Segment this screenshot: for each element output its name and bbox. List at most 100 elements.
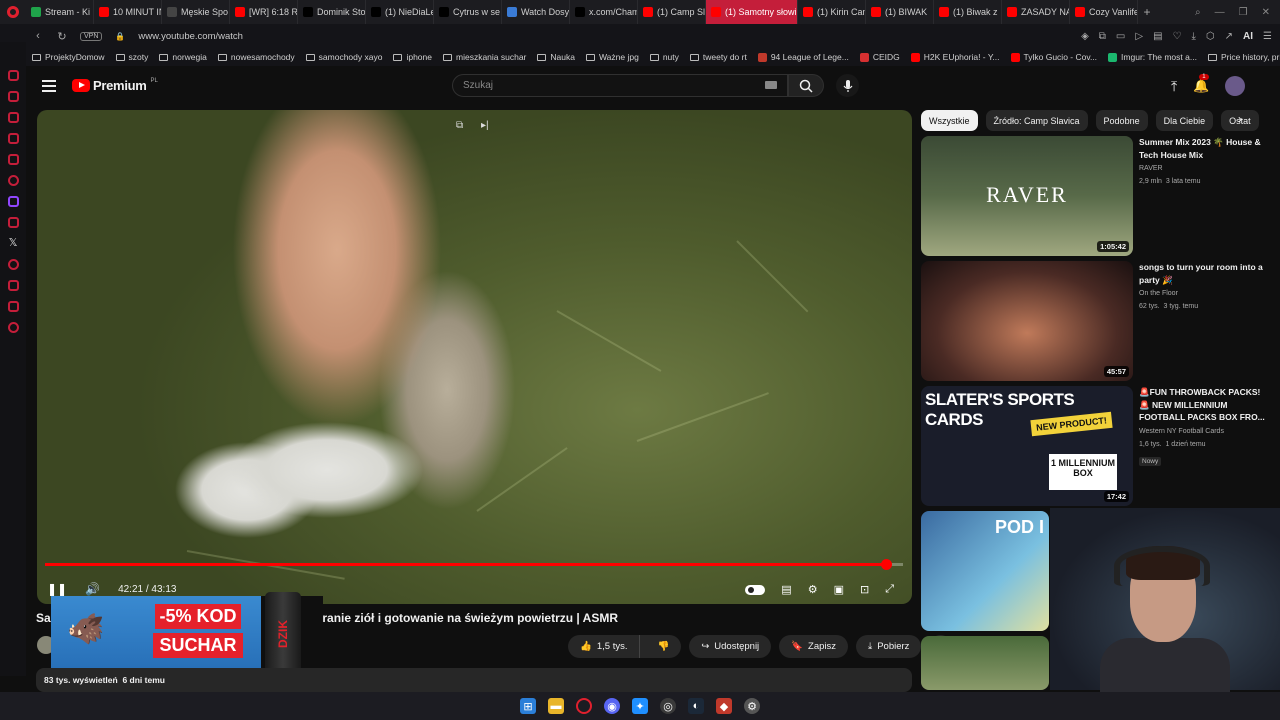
- browser-tab[interactable]: (1) Kirin Cam: [798, 0, 866, 24]
- video-thumbnail[interactable]: [921, 636, 1049, 690]
- bookmark-page-icon[interactable]: ▭: [1116, 31, 1125, 42]
- volume-icon[interactable]: 🔊: [85, 582, 100, 596]
- menu-hamburger-icon[interactable]: [42, 80, 56, 92]
- miniplayer-button-icon[interactable]: ▣: [834, 583, 844, 596]
- recommendation-title[interactable]: songs to turn your room into a party 🎉: [1139, 261, 1269, 286]
- opera-logo-icon[interactable]: [0, 0, 26, 24]
- browser-tab[interactable]: (1) Samotny słowi: [706, 0, 798, 24]
- filter-chip[interactable]: Wszystkie: [921, 110, 978, 131]
- fullscreen-icon[interactable]: ⤢: [885, 583, 894, 596]
- tab-search-icon[interactable]: ▤: [1153, 31, 1162, 42]
- browser-tab[interactable]: (1) Camp Sla: [638, 0, 706, 24]
- filter-chip[interactable]: Źródło: Camp Slavica: [985, 110, 1088, 131]
- bookmark-item[interactable]: Ważne jpg: [585, 52, 639, 62]
- video-thumbnail[interactable]: 45:57: [921, 261, 1133, 381]
- bookmark-item[interactable]: tweety do rt: [689, 52, 747, 62]
- miniplayer-icon[interactable]: ⧉: [456, 120, 470, 132]
- progress-bar[interactable]: [45, 559, 903, 570]
- share-button[interactable]: ↪ Udostępnij: [689, 635, 772, 658]
- extensions-icon[interactable]: ⬡: [1206, 31, 1215, 42]
- recommendation-channel[interactable]: RAVER: [1139, 163, 1269, 174]
- sidebar-x-icon[interactable]: 𝕏: [8, 238, 19, 249]
- bookmark-item[interactable]: iphone: [393, 52, 432, 62]
- recommendation-item[interactable]: 45:57 songs to turn your room into a par…: [921, 261, 1271, 381]
- browser-tab[interactable]: Watch Dosy: [502, 0, 570, 24]
- video-thumbnail[interactable]: RAVER 1:05:42: [921, 136, 1133, 256]
- file-explorer-icon[interactable]: ▬: [548, 698, 564, 714]
- bookmark-item[interactable]: nowesamochody: [217, 52, 295, 62]
- cast-icon[interactable]: ⊡: [860, 583, 869, 596]
- sidebar-twitch-icon[interactable]: [7, 196, 19, 207]
- sidebar-extension-icon[interactable]: [7, 217, 19, 228]
- filter-chip[interactable]: Podobne: [1095, 110, 1148, 131]
- browser-tab[interactable]: Stream - Ki: [26, 0, 94, 24]
- bookmark-item[interactable]: norwegia: [159, 52, 207, 62]
- browser-tab[interactable]: ZASADY NA: [1002, 0, 1070, 24]
- url-field[interactable]: www.youtube.com/watch: [138, 31, 243, 42]
- aria-ai-button[interactable]: AI: [1243, 31, 1253, 42]
- description-box[interactable]: 83 tys. wyświetleń 6 dni temu: [36, 668, 912, 692]
- opera-taskbar-icon[interactable]: [576, 698, 592, 714]
- browser-tab[interactable]: x.com/Cham: [570, 0, 638, 24]
- notifications-bell-icon[interactable]: 🔔 1: [1193, 74, 1209, 94]
- recommendation-item[interactable]: SLATER'S SPORTS CARDS NEW PRODUCT! 1 MIL…: [921, 386, 1271, 506]
- video-player[interactable]: ⧉ ▸| ❚❚ 🔊 42:21 / 43:13 ▤ ⚙ ▣ ⊡ ⤢: [37, 110, 912, 604]
- settings-icon[interactable]: ⚙: [744, 698, 760, 714]
- lock-icon[interactable]: 🔒: [114, 32, 126, 41]
- sidebar-history-icon[interactable]: [7, 91, 19, 102]
- create-upload-icon[interactable]: ⤒: [1171, 78, 1177, 95]
- download-icon[interactable]: ⤓: [1191, 31, 1195, 42]
- search-input[interactable]: Szukaj: [452, 74, 788, 97]
- share-icon[interactable]: ↗: [1225, 31, 1233, 42]
- sidebar-home-icon[interactable]: [7, 70, 19, 81]
- recommendation-item[interactable]: RAVER 1:05:42 Summer Mix 2023 🌴 House & …: [921, 136, 1271, 256]
- heart-icon[interactable]: ♡: [1173, 31, 1182, 42]
- voice-search-button[interactable]: [836, 74, 859, 97]
- progress-scrubber[interactable]: [880, 559, 892, 570]
- keyboard-icon[interactable]: [765, 81, 777, 89]
- browser-tab[interactable]: Cozy Vanlife: [1070, 0, 1138, 24]
- shield-icon[interactable]: ◆: [716, 698, 732, 714]
- sidebar-downloads-icon[interactable]: [7, 280, 19, 291]
- bookmark-item[interactable]: ProjektyDomow: [32, 52, 105, 62]
- sidebar-gear-icon[interactable]: [7, 322, 19, 333]
- browser-tab[interactable]: (1) BIWAK: [866, 0, 934, 24]
- bookmark-item[interactable]: nuty: [649, 52, 679, 62]
- bookmark-item[interactable]: szoty: [115, 52, 148, 62]
- browser-tab[interactable]: Dominik Sto: [298, 0, 366, 24]
- messenger-icon[interactable]: ✦: [632, 698, 648, 714]
- extension-icon[interactable]: ◈: [1081, 31, 1089, 42]
- browser-tab[interactable]: Męskie Spo: [162, 0, 230, 24]
- sidebar-clock-icon[interactable]: [7, 259, 19, 270]
- video-thumbnail[interactable]: SLATER'S SPORTS CARDS NEW PRODUCT! 1 MIL…: [921, 386, 1133, 506]
- dislike-button[interactable]: 👎: [645, 635, 681, 658]
- download-button[interactable]: ⤓ Pobierz: [856, 635, 922, 658]
- bookmark-item[interactable]: Price history, price...: [1207, 52, 1280, 62]
- discord-icon[interactable]: ◉: [604, 698, 620, 714]
- back-button[interactable]: ‹: [32, 30, 44, 42]
- sidebar-bookmarks-icon[interactable]: [7, 133, 19, 144]
- browser-tab[interactable]: [WR] 6:18 R: [230, 0, 298, 24]
- recommendation-title[interactable]: 🚨FUN THROWBACK PACKS! 🚨 NEW MILLENNIUM F…: [1139, 386, 1269, 424]
- bookmark-item[interactable]: CEIDG: [859, 52, 900, 62]
- like-button[interactable]: 👍 1,5 tys.: [568, 635, 641, 658]
- windows-start-icon[interactable]: ⊞: [520, 698, 536, 714]
- youtube-premium-logo[interactable]: Premium PL: [72, 78, 158, 93]
- sidebar-messenger-icon[interactable]: [7, 112, 19, 123]
- recommendation-title[interactable]: Summer Mix 2023 🌴 House & Tech House Mix: [1139, 136, 1269, 161]
- steam-icon[interactable]: ◐: [688, 698, 704, 714]
- chips-next-arrow-icon[interactable]: ›: [1238, 112, 1254, 128]
- browser-tab[interactable]: Cytrus w se: [434, 0, 502, 24]
- save-button[interactable]: 🔖 Zapisz: [779, 635, 848, 658]
- recommendation-channel[interactable]: On the Floor: [1139, 288, 1269, 299]
- subtitles-icon[interactable]: ▤: [781, 583, 791, 596]
- sidebar-settings-icon[interactable]: [7, 175, 19, 186]
- obs-icon[interactable]: ◎: [660, 698, 676, 714]
- search-button[interactable]: [788, 74, 824, 97]
- account-avatar[interactable]: [1225, 76, 1246, 96]
- sidebar-media-icon[interactable]: [7, 154, 19, 165]
- autoplay-toggle[interactable]: [745, 584, 766, 595]
- bookmark-item[interactable]: Tylko Gucio - Cov...: [1010, 52, 1097, 62]
- settings-gear-icon[interactable]: ⚙: [808, 583, 818, 596]
- video-thumbnail[interactable]: POD I: [921, 511, 1049, 631]
